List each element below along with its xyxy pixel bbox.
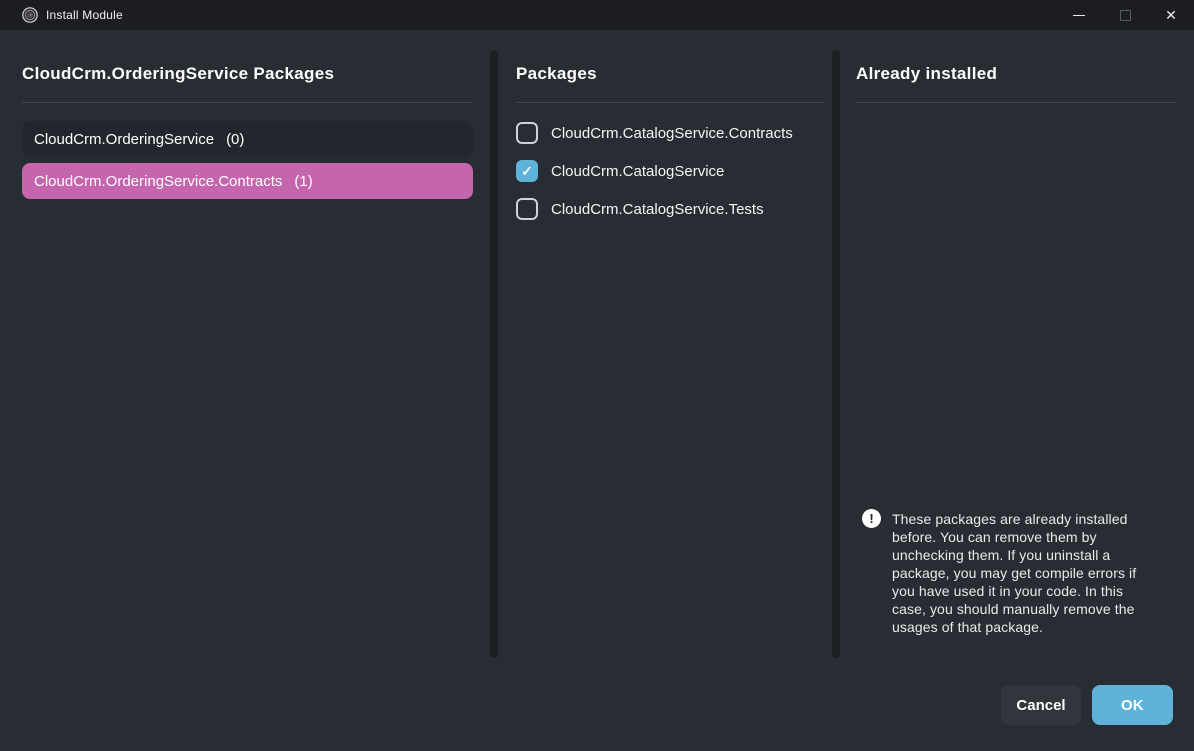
checkbox-unchecked-icon[interactable]: [516, 122, 538, 144]
packages-panel-title: Packages: [516, 64, 597, 84]
checkbox-checked-icon[interactable]: ✓: [516, 160, 538, 182]
maximize-button[interactable]: [1102, 0, 1148, 30]
left-panel-title: CloudCrm.OrderingService Packages: [22, 64, 334, 84]
checkbox-unchecked-icon[interactable]: [516, 198, 538, 220]
close-button[interactable]: ✕: [1148, 0, 1194, 30]
package-label: CloudCrm.CatalogService.Tests: [551, 201, 764, 218]
checkmark-icon: ✓: [521, 164, 533, 178]
column-divider-2: [832, 50, 840, 658]
package-label: CloudCrm.CatalogService.Contracts: [551, 125, 793, 142]
cancel-button[interactable]: Cancel: [1001, 685, 1081, 725]
package-row-catalogservice[interactable]: ✓ CloudCrm.CatalogService: [516, 160, 724, 182]
minimize-button[interactable]: [1056, 0, 1102, 30]
installed-panel-title: Already installed: [856, 64, 997, 84]
left-panel-divider: [22, 102, 473, 103]
module-package-count: (1): [294, 173, 312, 190]
titlebar: Install Module ✕: [0, 0, 1194, 30]
module-name: CloudCrm.OrderingService.Contracts: [34, 173, 282, 190]
maximize-icon: [1120, 10, 1131, 21]
packages-panel-divider: [516, 102, 824, 103]
minimize-icon: [1073, 15, 1085, 16]
close-icon: ✕: [1165, 8, 1177, 22]
package-label: CloudCrm.CatalogService: [551, 163, 724, 180]
package-row-catalogservice-tests[interactable]: CloudCrm.CatalogService.Tests: [516, 198, 764, 220]
installed-note-text: These packages are already installed bef…: [892, 510, 1158, 636]
column-divider-1: [490, 50, 498, 658]
module-row-orderingservice-contracts[interactable]: CloudCrm.OrderingService.Contracts (1): [22, 163, 473, 199]
module-row-orderingservice[interactable]: CloudCrm.OrderingService (0): [22, 121, 473, 157]
app-logo-icon: [22, 7, 38, 23]
warning-exclamation-icon: !: [862, 509, 881, 528]
installed-panel-divider: [856, 102, 1176, 103]
module-package-count: (0): [226, 131, 244, 148]
module-name: CloudCrm.OrderingService: [34, 131, 214, 148]
window-title: Install Module: [46, 8, 123, 22]
ok-button[interactable]: OK: [1092, 685, 1173, 725]
package-row-catalogservice-contracts[interactable]: CloudCrm.CatalogService.Contracts: [516, 122, 793, 144]
